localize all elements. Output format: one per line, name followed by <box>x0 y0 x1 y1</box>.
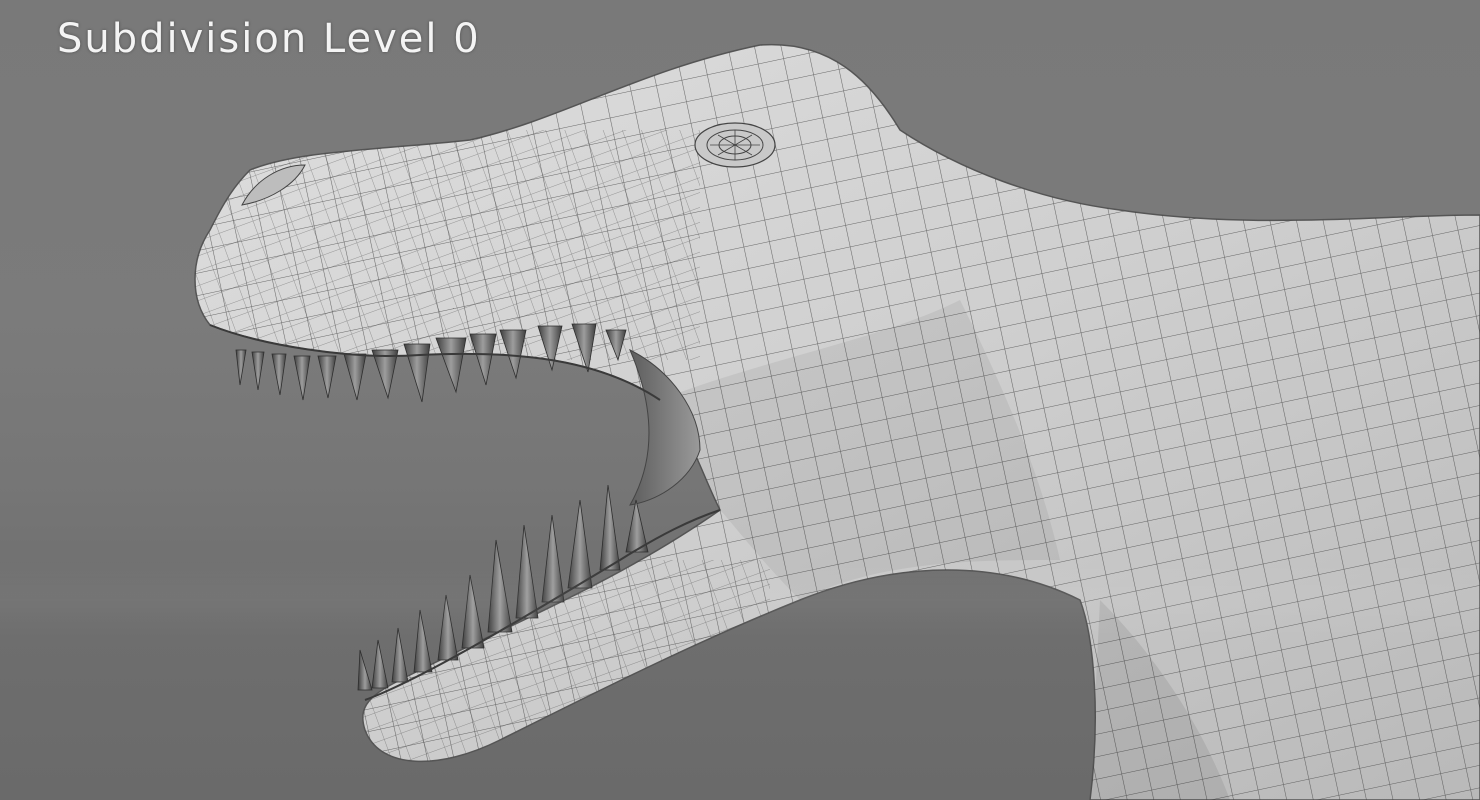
3d-viewport[interactable]: Subdivision Level 0 <box>0 0 1480 800</box>
subdivision-level-label: Subdivision Level 0 <box>57 16 481 62</box>
model-body <box>194 43 1480 800</box>
eye-socket <box>694 122 776 168</box>
dinosaur-head-model <box>194 43 1480 800</box>
